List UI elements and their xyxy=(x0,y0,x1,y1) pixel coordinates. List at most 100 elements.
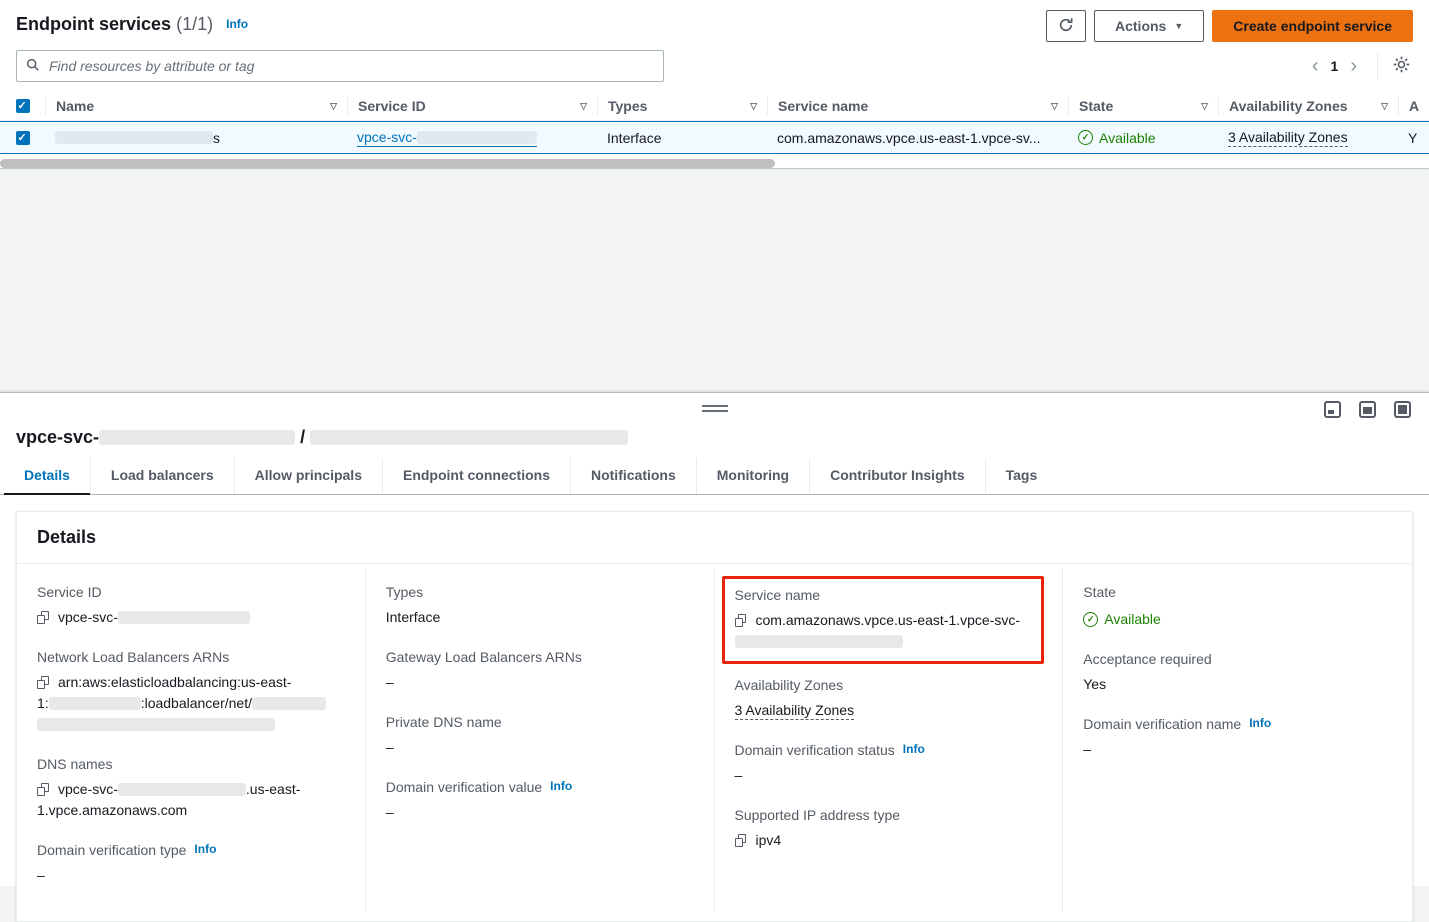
ip-type-text: ipv4 xyxy=(756,832,782,848)
next-page-icon[interactable]: › xyxy=(1342,56,1365,76)
details-column-3: Service name com.amazonaws.vpce.us-east-… xyxy=(715,568,1064,911)
state-text: Available xyxy=(1099,130,1156,146)
info-link[interactable]: Info xyxy=(1249,716,1271,730)
page-title: Endpoint services (1/1) Info xyxy=(16,10,248,35)
sort-icon[interactable]: ▽ xyxy=(574,101,587,112)
table-row[interactable]: s vpce-svc- Interface com.amazonaws.vpce… xyxy=(0,121,1429,154)
availability-zones-label: Availability Zones xyxy=(735,677,1043,693)
glb-arns-value: – xyxy=(386,672,694,693)
state-field: State ✓ Available xyxy=(1083,584,1392,630)
label-text: Domain verification name xyxy=(1083,716,1241,732)
copy-icon[interactable] xyxy=(735,614,747,627)
column-header-service-id[interactable]: Service ID ▽ xyxy=(347,97,597,115)
copy-icon[interactable] xyxy=(37,611,49,624)
horizontal-scrollbar-thumb[interactable] xyxy=(0,159,775,168)
column-header-state[interactable]: State ▽ xyxy=(1068,97,1218,115)
service-id-label: Service ID xyxy=(37,584,345,600)
row-partial-cell: Y xyxy=(1398,130,1429,146)
sort-icon[interactable]: ▽ xyxy=(324,101,337,112)
current-page-number[interactable]: 1 xyxy=(1327,58,1343,74)
preferences-button[interactable] xyxy=(1390,53,1413,79)
details-column-4: State ✓ Available Acceptance required Ye… xyxy=(1063,568,1412,911)
column-header-types[interactable]: Types ▽ xyxy=(597,97,767,115)
glb-arns-label: Gateway Load Balancers ARNs xyxy=(386,649,694,665)
sort-icon[interactable]: ▽ xyxy=(1045,101,1058,112)
tab-load-balancers[interactable]: Load balancers xyxy=(90,458,234,494)
service-id-prefix: vpce-svc- xyxy=(357,129,417,145)
search-box[interactable] xyxy=(16,50,664,82)
service-name-value: com.amazonaws.vpce.us-east-1.vpce-svc- xyxy=(735,610,1032,652)
row-checkbox[interactable] xyxy=(16,131,30,145)
panel-size-large-icon[interactable] xyxy=(1394,401,1411,418)
chevron-down-icon: ▼ xyxy=(1174,21,1183,31)
panel-size-medium-icon[interactable] xyxy=(1359,401,1376,418)
info-link[interactable]: Info xyxy=(903,742,925,756)
nlb-arns-value: arn:aws:elasticloadbalancing:us-east- 1:… xyxy=(37,672,345,735)
sort-icon[interactable]: ▽ xyxy=(1195,101,1208,112)
sort-icon[interactable]: ▽ xyxy=(1375,101,1388,112)
details-card: Details Service ID vpce-svc- Network Loa… xyxy=(16,511,1413,922)
tab-allow-principals[interactable]: Allow principals xyxy=(234,458,382,494)
redacted-text xyxy=(55,131,213,144)
info-link[interactable]: Info xyxy=(550,779,572,793)
status-badge: ✓ Available xyxy=(1083,609,1161,630)
select-all-checkbox[interactable] xyxy=(16,99,30,113)
column-header-availability-zones[interactable]: Availability Zones ▽ xyxy=(1218,97,1398,115)
sort-icon[interactable]: ▽ xyxy=(744,101,757,112)
tab-endpoint-connections[interactable]: Endpoint connections xyxy=(382,458,570,494)
row-state-cell: ✓ Available xyxy=(1068,130,1218,146)
pagination-tools: ‹ 1 › xyxy=(1304,53,1413,79)
info-link[interactable]: Info xyxy=(194,842,216,856)
resource-count: (1/1) xyxy=(176,14,213,34)
nlb-arns-label: Network Load Balancers ARNs xyxy=(37,649,345,665)
column-header-partial[interactable]: A xyxy=(1398,97,1429,115)
label-text: Domain verification type xyxy=(37,842,186,858)
row-checkbox-cell xyxy=(0,131,45,145)
details-column-2: Types Interface Gateway Load Balancers A… xyxy=(366,568,715,911)
dns-names-label: DNS names xyxy=(37,756,345,772)
redacted-text xyxy=(118,611,250,624)
row-partial-value: Y xyxy=(1408,130,1417,146)
private-dns-name-label: Private DNS name xyxy=(386,714,694,730)
info-link[interactable]: Info xyxy=(226,17,248,31)
tab-contributor-insights[interactable]: Contributor Insights xyxy=(809,458,985,494)
nlb-arns-field: Network Load Balancers ARNs arn:aws:elas… xyxy=(37,649,345,735)
tab-details[interactable]: Details xyxy=(4,458,90,494)
column-header-name[interactable]: Name ▽ xyxy=(45,97,347,115)
tab-notifications[interactable]: Notifications xyxy=(570,458,696,494)
table-toolbar: ‹ 1 › xyxy=(0,46,1429,92)
actions-button[interactable]: Actions ▼ xyxy=(1094,10,1204,42)
types-value: Interface xyxy=(386,607,694,628)
copy-icon[interactable] xyxy=(37,783,49,796)
acceptance-required-field: Acceptance required Yes xyxy=(1083,651,1392,695)
page-title-text: Endpoint services xyxy=(16,14,171,34)
column-header-service-name[interactable]: Service name ▽ xyxy=(767,97,1068,115)
panel-size-small-icon[interactable] xyxy=(1324,401,1341,418)
copy-icon[interactable] xyxy=(37,676,49,689)
domain-verification-name-field: Domain verification nameInfo – xyxy=(1083,716,1392,760)
nlb-arn-line3 xyxy=(37,714,345,735)
panel-drag-handle[interactable] xyxy=(702,405,728,412)
row-service-id-cell: vpce-svc- xyxy=(347,129,597,147)
create-endpoint-service-button[interactable]: Create endpoint service xyxy=(1212,10,1413,42)
service-id-link[interactable]: vpce-svc- xyxy=(357,129,537,147)
search-input[interactable] xyxy=(47,57,654,75)
ip-address-type-value: ipv4 xyxy=(735,830,1043,851)
tab-monitoring[interactable]: Monitoring xyxy=(696,458,809,494)
endpoint-services-section: Endpoint services (1/1) Info Actions ▼ C… xyxy=(0,0,1429,168)
details-column-1: Service ID vpce-svc- Network Load Balanc… xyxy=(17,568,366,911)
select-all-checkbox-cell xyxy=(0,97,45,115)
availability-zones-link[interactable]: 3 Availability Zones xyxy=(1228,129,1348,147)
domain-verification-status-value: – xyxy=(735,765,1043,786)
copy-icon[interactable] xyxy=(735,834,747,847)
service-name-label: Service name xyxy=(735,587,1032,603)
refresh-button[interactable] xyxy=(1046,10,1086,42)
tab-tags[interactable]: Tags xyxy=(985,458,1058,494)
previous-page-icon[interactable]: ‹ xyxy=(1304,56,1327,76)
panel-title-prefix: vpce-svc- xyxy=(16,427,99,447)
column-label: A xyxy=(1409,98,1419,114)
service-id-value: vpce-svc- xyxy=(37,607,345,628)
ip-address-type-field: Supported IP address type ipv4 xyxy=(735,807,1043,851)
availability-zones-link[interactable]: 3 Availability Zones xyxy=(735,702,855,720)
state-value: ✓ Available xyxy=(1083,607,1392,630)
